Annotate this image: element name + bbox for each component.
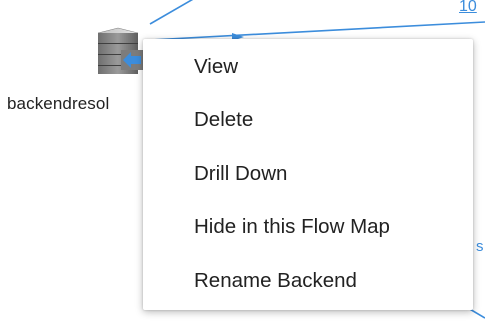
database-server-icon	[97, 27, 143, 74]
edge-metric-label[interactable]: 10	[459, 0, 477, 16]
edge-side-label[interactable]: s	[476, 238, 484, 255]
flow-edge-right[interactable]	[149, 21, 485, 41]
menu-item-delete[interactable]: Delete	[143, 94, 473, 148]
backend-node[interactable]	[94, 26, 144, 78]
menu-item-drill-down[interactable]: Drill Down	[143, 147, 473, 201]
flow-edge-upper[interactable]	[149, 0, 195, 25]
backend-node-label[interactable]: backendresol	[7, 94, 109, 114]
menu-item-view[interactable]: View	[143, 40, 473, 94]
menu-item-rename-backend[interactable]: Rename Backend	[143, 254, 473, 308]
menu-item-hide-in-flow-map[interactable]: Hide in this Flow Map	[143, 201, 473, 255]
backend-context-menu: View Delete Drill Down Hide in this Flow…	[143, 39, 473, 310]
